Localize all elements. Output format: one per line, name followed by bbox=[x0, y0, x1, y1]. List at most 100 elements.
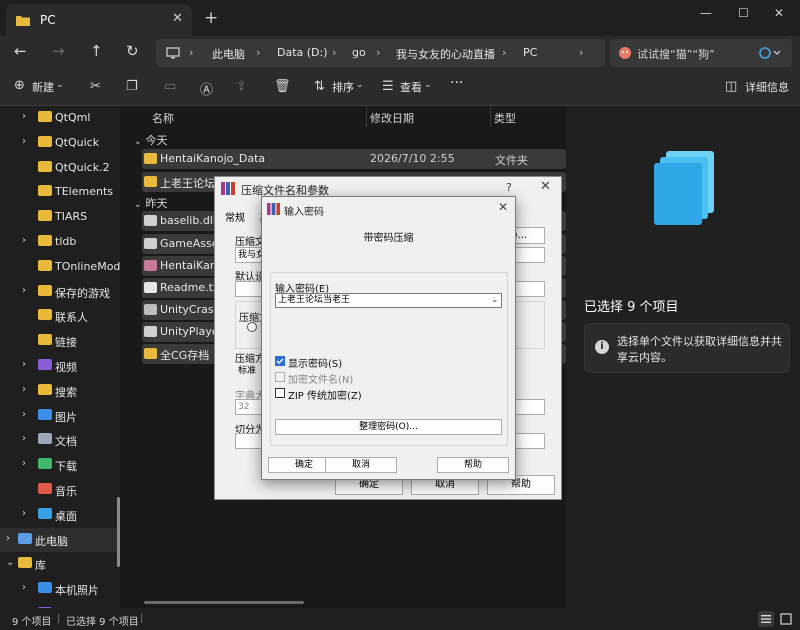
sidebar-item[interactable]: 音乐 bbox=[0, 478, 120, 502]
refresh-button[interactable]: ↻ bbox=[126, 42, 139, 60]
organize-passwords-button[interactable]: 整理密码(O)... bbox=[275, 419, 502, 435]
tab-general[interactable]: 常规 bbox=[225, 209, 245, 224]
chevron-icon[interactable]: ⌄ bbox=[6, 557, 14, 568]
details-view-button[interactable] bbox=[758, 611, 774, 627]
forward-button[interactable]: → bbox=[52, 42, 65, 60]
sidebar-item[interactable]: › 视频 bbox=[0, 354, 120, 378]
view-button[interactable]: 查看 bbox=[400, 79, 422, 95]
close-tab-icon[interactable]: ✕ bbox=[172, 11, 183, 26]
desktop-icon bbox=[38, 507, 52, 519]
password-cancel-button[interactable]: 取消 bbox=[325, 457, 397, 473]
chevron-icon[interactable]: › bbox=[22, 111, 26, 122]
paste-icon[interactable]: ▭ bbox=[164, 79, 176, 94]
search-input[interactable]: 试试搜“猫”“狗” bbox=[610, 39, 792, 67]
horizontal-scrollbar[interactable] bbox=[144, 601, 304, 604]
sidebar-item[interactable]: ⌄ 库 bbox=[0, 552, 120, 576]
copy-icon[interactable]: ❐ bbox=[126, 79, 138, 94]
chevron-icon[interactable]: › bbox=[22, 235, 26, 246]
copilot-icon[interactable] bbox=[758, 46, 780, 60]
document-icon bbox=[38, 433, 52, 445]
sidebar-item-label: 视频 bbox=[55, 361, 77, 374]
video-icon bbox=[38, 359, 52, 370]
sidebar-item[interactable]: › 图片 bbox=[0, 404, 120, 428]
chevron-icon[interactable]: › bbox=[22, 409, 26, 420]
tiles-view-button[interactable] bbox=[778, 611, 794, 627]
chevron-icon[interactable]: › bbox=[22, 582, 26, 593]
sidebar-item[interactable]: › 桌面 bbox=[0, 503, 120, 527]
tab-pc[interactable]: PC ✕ bbox=[6, 4, 192, 36]
sidebar-item[interactable]: › 下载 bbox=[0, 453, 120, 477]
close-icon[interactable]: ✕ bbox=[540, 179, 551, 194]
password-field[interactable]: 上老王论坛当老王 bbox=[275, 293, 502, 308]
sidebar-item[interactable]: › QtQml bbox=[0, 107, 120, 130]
more-button[interactable]: ··· bbox=[450, 75, 463, 91]
folder-icon bbox=[38, 185, 52, 197]
chevron-icon[interactable]: › bbox=[22, 136, 26, 147]
breadcrumb-item[interactable]: go bbox=[352, 46, 366, 59]
column-header-name[interactable]: 名称 bbox=[152, 110, 174, 126]
sidebar-item[interactable]: › 保存的游戏 bbox=[0, 280, 120, 304]
column-header-type[interactable]: 类型 bbox=[494, 110, 516, 126]
breadcrumb-item[interactable]: 我与女友的心动直播 bbox=[396, 46, 495, 62]
sidebar-item[interactable]: TOnlineMode bbox=[0, 255, 120, 279]
column-header-date[interactable]: 修改日期 bbox=[370, 110, 414, 126]
chevron-icon[interactable]: › bbox=[22, 384, 26, 395]
breadcrumb-item[interactable]: PC bbox=[523, 46, 537, 59]
folder-icon bbox=[38, 309, 52, 321]
delete-icon[interactable]: 🗑 bbox=[274, 79, 291, 94]
breadcrumb-item[interactable]: Data (D:) bbox=[277, 46, 328, 59]
folder-icon bbox=[38, 259, 52, 271]
chevron-down-icon[interactable]: ⌄ bbox=[491, 295, 499, 305]
up-button[interactable]: ↑ bbox=[90, 42, 103, 60]
rename-icon[interactable]: Ⓐ bbox=[200, 79, 213, 98]
file-row[interactable]: HentaiKanojo_Data 2026/7/10 2:55 文件夹 bbox=[142, 149, 566, 169]
sidebar-item[interactable]: › tldb bbox=[0, 230, 120, 254]
sidebar-item[interactable]: › QtQuick bbox=[0, 131, 120, 155]
group-header-today[interactable]: ⌄ 今天 bbox=[134, 132, 168, 148]
sidebar-item[interactable]: QtQuick.2 bbox=[0, 156, 120, 180]
sidebar-item[interactable]: › 文档 bbox=[0, 428, 120, 452]
back-button[interactable]: ← bbox=[14, 42, 27, 60]
close-window-button[interactable]: ✕ bbox=[774, 6, 784, 20]
picture-icon bbox=[38, 582, 52, 594]
sidebar-item-label: 下载 bbox=[55, 460, 77, 474]
chevron-icon[interactable]: › bbox=[22, 359, 26, 370]
zip-legacy-checkbox[interactable] bbox=[275, 388, 285, 398]
group-header-yesterday[interactable]: ⌄ 昨天 bbox=[134, 195, 168, 211]
chevron-icon[interactable]: › bbox=[22, 458, 26, 469]
breadcrumb[interactable]: › 此电脑 › Data (D:) › go › 我与女友的心动直播 › PC … bbox=[156, 39, 605, 67]
new-tab-button[interactable]: + bbox=[204, 8, 218, 28]
chevron-icon[interactable]: › bbox=[22, 433, 26, 444]
chevron-icon[interactable]: › bbox=[22, 508, 26, 519]
minimize-button[interactable]: — bbox=[700, 6, 712, 20]
folder-icon bbox=[144, 176, 157, 187]
sidebar-item[interactable]: 联系人 bbox=[0, 304, 120, 328]
details-button[interactable]: 详细信息 bbox=[745, 79, 789, 95]
encrypt-names-checkbox[interactable] bbox=[275, 372, 285, 382]
sidebar-item[interactable]: TElements bbox=[0, 180, 120, 204]
show-password-checkbox[interactable] bbox=[275, 356, 285, 366]
close-icon[interactable]: ✕ bbox=[498, 200, 508, 214]
sidebar-item[interactable]: TIARS bbox=[0, 205, 120, 229]
sort-button[interactable]: 排序 bbox=[332, 79, 354, 95]
sidebar-item[interactable]: 链接 bbox=[0, 329, 120, 353]
sidebar-item[interactable]: › 本机照片 bbox=[0, 577, 120, 601]
column-divider[interactable] bbox=[490, 107, 491, 127]
txt-icon bbox=[144, 282, 157, 293]
help-icon[interactable]: ? bbox=[506, 181, 512, 194]
sidebar-item[interactable]: › 搜索 bbox=[0, 379, 120, 403]
breadcrumb-separator: › bbox=[189, 46, 194, 59]
chevron-icon[interactable]: › bbox=[6, 533, 10, 544]
share-icon[interactable]: ⇪ bbox=[236, 79, 247, 94]
breadcrumb-item[interactable]: 此电脑 bbox=[212, 46, 245, 62]
sidebar-item-label: 保存的游戏 bbox=[55, 286, 110, 300]
chevron-icon[interactable]: › bbox=[22, 285, 26, 296]
sidebar-item[interactable]: › 此电脑 bbox=[0, 527, 120, 552]
column-divider[interactable] bbox=[366, 107, 367, 127]
folder-icon bbox=[38, 111, 52, 122]
maximize-button[interactable]: ☐ bbox=[738, 6, 749, 20]
format-radio[interactable] bbox=[247, 322, 257, 332]
cut-icon[interactable]: ✂ bbox=[90, 79, 101, 94]
new-button[interactable]: 新建 bbox=[32, 79, 54, 95]
password-help-button[interactable]: 帮助 bbox=[437, 457, 509, 473]
